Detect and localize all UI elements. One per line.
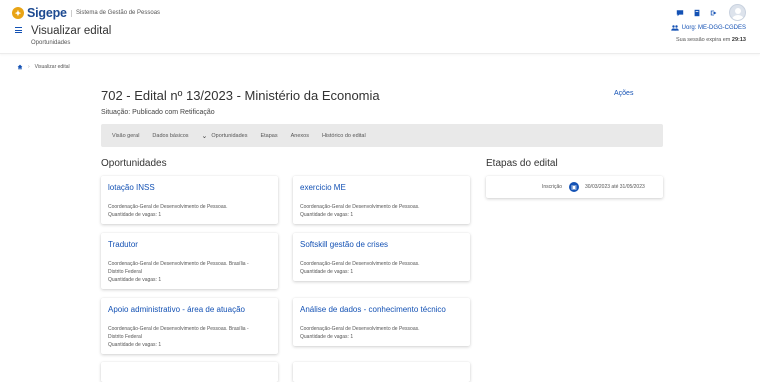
opportunity-title[interactable]: Tradutor	[108, 240, 271, 249]
org-label: Uorg: ME-DGG-CGDES	[681, 25, 746, 31]
opportunity-vagas: Quantidade de vagas: 1	[300, 334, 354, 340]
opportunity-unit: Coordenação-Geral de Desenvolvimento de …	[300, 204, 420, 210]
org-selector[interactable]: Uorg: ME-DGG-CGDES	[670, 25, 746, 31]
tab-historico[interactable]: Histórico do edital	[322, 133, 366, 139]
opportunity-vagas: Quantidade de vagas: 1	[300, 212, 354, 218]
breadcrumb-current: Visualizar edital	[34, 64, 70, 70]
tab-etapas[interactable]: Etapas	[260, 133, 277, 139]
page-subtitle: Oportunidades	[31, 40, 71, 46]
tab-anexos[interactable]: Anexos	[291, 133, 309, 139]
sigepe-logo[interactable]: ✦ Sigepe	[12, 6, 67, 20]
opportunity-unit: Coordenação-Geral de Desenvolvimento de …	[300, 261, 420, 267]
hamburger-menu-icon[interactable]	[15, 27, 22, 33]
chevron-right-icon: ›	[28, 64, 30, 70]
opportunity-unit: Coordenação-Geral de Desenvolvimento de …	[108, 204, 228, 210]
opportunity-title[interactable]: Análise de dados - conhecimento técnico	[300, 305, 463, 314]
tab-oportunidades-label: Oportunidades	[211, 132, 248, 139]
opportunity-vagas: Quantidade de vagas: 1	[300, 269, 354, 275]
breadcrumb: › Visualizar edital	[17, 64, 70, 70]
system-name: Sistema de Gestão de Pessoas	[71, 10, 160, 17]
etapa-card: Inscrição ▣ 30/03/2023 até 31/05/2023	[486, 176, 663, 198]
opportunity-unit: Coordenação-Geral de Desenvolvimento de …	[300, 326, 420, 332]
chevron-down-icon: ⌄	[201, 132, 208, 140]
opportunity-unit: Coordenação-Geral de Desenvolvimento de …	[108, 261, 249, 267]
tab-oportunidades[interactable]: ⌄ Oportunidades	[202, 132, 248, 140]
opportunity-card-partial[interactable]	[101, 362, 278, 382]
etapa-label: Inscrição	[542, 184, 563, 190]
logout-icon[interactable]	[710, 9, 718, 17]
opportunity-vagas: Quantidade de vagas: 1	[108, 277, 162, 283]
logo-text: Sigepe	[27, 6, 67, 20]
session-time: 29:13	[731, 37, 746, 43]
session-timer: Sua sessão expira em 29:13	[676, 37, 746, 43]
page-title: Visualizar edital	[31, 25, 112, 37]
opportunity-unit: Coordenação-Geral de Desenvolvimento de …	[108, 326, 249, 332]
edital-situacao: Situação: Publicado com Retificação	[101, 109, 215, 116]
opportunity-card[interactable]: Apoio administrativo - área de atuação C…	[101, 298, 278, 354]
opportunity-vagas: Quantidade de vagas: 1	[108, 342, 162, 348]
opportunity-title[interactable]: Apoio administrativo - área de atuação	[108, 305, 271, 314]
header-bar: ✦ Sigepe Sistema de Gestão de Pessoas Vi…	[0, 0, 760, 54]
edital-title: 702 - Edital nº 13/2023 - Ministério da …	[101, 88, 380, 103]
tab-visao-geral[interactable]: Visão geral	[112, 133, 139, 139]
users-icon	[670, 25, 679, 31]
acoes-button[interactable]: Ações	[614, 90, 633, 97]
opportunity-card[interactable]: Tradutor Coordenação-Geral de Desenvolvi…	[101, 233, 278, 289]
tab-dados-basicos[interactable]: Dados básicos	[152, 133, 188, 139]
opportunity-unit-location: Distrito Federal	[108, 334, 142, 340]
tab-bar: Visão geral Dados básicos ⌄ Oportunidade…	[101, 124, 663, 147]
etapa-dates: 30/03/2023 até 31/05/2023	[585, 184, 645, 190]
opportunity-card[interactable]: lotação INSS Coordenação-Geral de Desenv…	[101, 176, 278, 224]
opportunity-unit-location: Distrito Federal	[108, 269, 142, 275]
opportunity-title[interactable]: Softskill gestão de crises	[300, 240, 463, 249]
home-icon[interactable]	[17, 64, 23, 70]
user-avatar[interactable]	[729, 4, 746, 21]
opportunity-card-partial[interactable]	[293, 362, 470, 382]
section-title-oportunidades: Oportunidades	[101, 158, 167, 169]
logo-mark-icon: ✦	[12, 7, 24, 19]
opportunity-vagas: Quantidade de vagas: 1	[108, 212, 162, 218]
opportunity-title[interactable]: exercicio ME	[300, 183, 463, 192]
calendar-icon: ▣	[569, 182, 579, 192]
opportunity-title[interactable]: lotação INSS	[108, 183, 271, 192]
opportunity-card[interactable]: exercicio ME Coordenação-Geral de Desenv…	[293, 176, 470, 224]
opportunity-card[interactable]: Softskill gestão de crises Coordenação-G…	[293, 233, 470, 281]
book-icon[interactable]	[693, 9, 701, 17]
opportunity-card[interactable]: Análise de dados - conhecimento técnico …	[293, 298, 470, 346]
session-prefix: Sua sessão expira em	[675, 37, 731, 43]
chat-icon[interactable]	[676, 9, 684, 17]
section-title-etapas: Etapas do edital	[486, 158, 558, 169]
